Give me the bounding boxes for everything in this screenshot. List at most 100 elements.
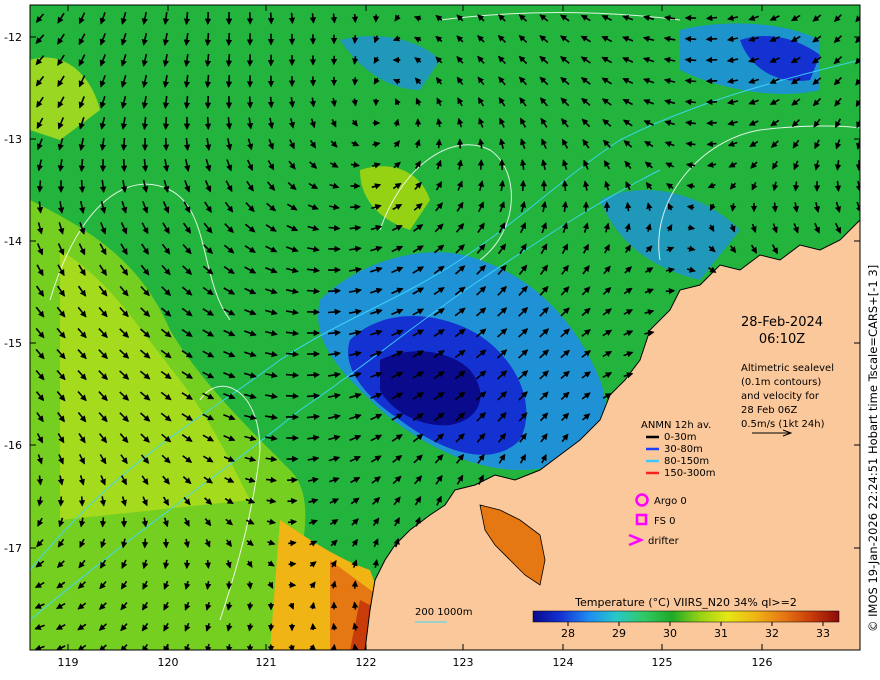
lon-tick-label: 122 — [356, 656, 377, 669]
velocity-arrow — [162, 137, 170, 152]
colorbar-tick-label: 28 — [561, 627, 575, 640]
velocity-arrow — [246, 581, 253, 590]
velocity-arrow — [287, 518, 298, 526]
velocity-arrow — [204, 32, 212, 47]
date-line1: 28-Feb-2024 — [741, 315, 823, 330]
lat-tick-label: -14 — [4, 235, 22, 248]
velocity-arrow — [351, 13, 359, 24]
colorbar-tick-label: 29 — [612, 627, 626, 640]
velocity-arrow — [288, 12, 296, 25]
velocity-arrow — [99, 517, 107, 528]
velocity-arrow — [204, 116, 212, 131]
velocity-arrow — [330, 13, 338, 24]
anmn-title: ANMN 12h av. — [641, 420, 711, 431]
velocity-arrow — [204, 74, 212, 89]
velocity-arrow — [684, 35, 697, 43]
velocity-arrow — [684, 98, 697, 106]
velocity-arrow — [78, 496, 86, 507]
lat-tick-label: -16 — [4, 439, 22, 452]
altimetry-line: Altimetric sealevel — [741, 363, 834, 374]
lon-tick-label: 121 — [256, 656, 277, 669]
velocity-arrow — [267, 12, 275, 25]
colorbar-title: Temperature (°C) VIIRS_N20 34% ql>=2 — [574, 596, 797, 609]
anmn-label: 0-30m — [664, 432, 696, 443]
colorbar-tick-label: 30 — [663, 627, 677, 640]
velocity-arrow — [306, 371, 321, 379]
velocity-arrow — [351, 35, 359, 44]
lat-tick-label: -13 — [4, 133, 22, 146]
lon-tick-label: 125 — [652, 656, 673, 669]
map-figure: 119 120 121 122 123 124 125 126 -12 -13 -14 -15 -16… — [4, 4, 880, 669]
argo-label: Argo 0 — [654, 496, 687, 507]
velocity-arrow — [684, 77, 697, 85]
velocity-arrow — [310, 622, 317, 631]
velocity-arrow — [246, 96, 254, 109]
velocity-arrow — [327, 308, 342, 316]
lon-tick-label: 124 — [553, 656, 574, 669]
velocity-arrow — [36, 475, 44, 486]
velocity-arrow — [285, 350, 300, 358]
velocity-arrow — [183, 11, 191, 26]
velocity-arrow — [306, 392, 321, 400]
anmn-label: 150-300m — [664, 468, 716, 479]
drifter-label: drifter — [648, 536, 680, 547]
colorbar-ramp — [532, 610, 840, 623]
velocity-arrow — [141, 538, 149, 549]
anmn-label: 80-150m — [664, 456, 709, 467]
velocity-arrow — [665, 287, 676, 295]
velocity-arrow — [351, 580, 359, 589]
velocity-arrow — [225, 32, 233, 47]
lon-tick-label: 120 — [158, 656, 179, 669]
velocity-arrow — [706, 119, 717, 127]
velocity-arrow — [306, 287, 321, 295]
velocity-arrow — [36, 180, 44, 193]
colorbar-tick-label: 31 — [714, 627, 728, 640]
velocity-arrow — [331, 622, 338, 631]
altimetry-line: and velocity for — [741, 391, 820, 402]
anmn-label: 30-80m — [664, 444, 703, 455]
velocity-arrow — [225, 54, 233, 67]
velocity-arrow — [350, 203, 361, 211]
velocity-arrow — [624, 201, 632, 212]
velocity-arrow — [351, 77, 359, 86]
velocity-arrow — [771, 202, 779, 213]
velocity-arrow — [705, 14, 718, 22]
date-line2: 06:10Z — [759, 332, 805, 347]
velocity-arrow — [706, 140, 717, 148]
velocity-arrow — [288, 539, 297, 547]
velocity-arrow — [285, 371, 300, 379]
velocity-arrow — [328, 224, 341, 232]
velocity-arrow — [705, 35, 718, 43]
velocity-arrow — [684, 56, 697, 64]
colorbar-tick-label: 32 — [765, 627, 779, 640]
lon-tick-label: 126 — [752, 656, 773, 669]
velocity-arrow — [519, 179, 527, 192]
velocity-arrow — [309, 13, 317, 24]
velocity-arrow — [352, 56, 359, 65]
velocity-arrow — [78, 158, 86, 173]
velocity-arrow — [327, 287, 342, 295]
velocity-arrow — [792, 181, 800, 192]
velocity-arrow — [834, 181, 842, 192]
velocity-arrow — [288, 581, 297, 588]
velocity-arrow — [267, 96, 275, 109]
velocity-arrow — [57, 496, 65, 507]
altimetry-line: 28 Feb 06Z — [741, 405, 798, 416]
velocity-arrow — [78, 179, 86, 194]
velocity-arrow — [287, 497, 298, 505]
altimetry-line: 0.5m/s (1kt 24h) — [741, 419, 825, 430]
velocity-arrow — [204, 560, 212, 569]
velocity-arrow — [288, 560, 297, 568]
velocity-arrow — [120, 158, 128, 173]
velocity-arrow — [352, 601, 359, 610]
lat-tick-label: -17 — [4, 542, 22, 555]
velocity-arrow — [561, 180, 569, 191]
lon-tick-label: 123 — [453, 656, 474, 669]
map-plot-area — [30, 5, 860, 650]
velocity-arrow — [120, 137, 128, 152]
isobath-label: 200 1000m — [415, 607, 472, 618]
velocity-arrow — [435, 138, 443, 149]
velocity-arrow — [477, 159, 485, 170]
colorbar-tick-label: 33 — [816, 627, 830, 640]
velocity-arrow — [705, 56, 718, 64]
